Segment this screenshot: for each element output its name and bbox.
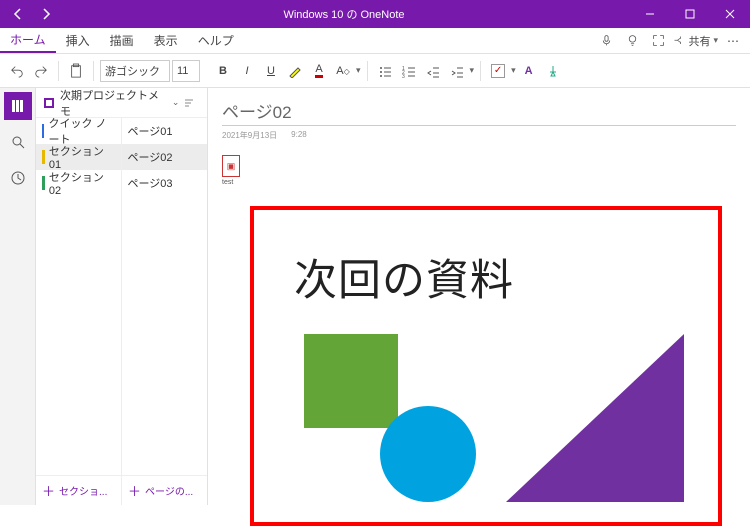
menu-bar: ホーム 挿入 描画 表示 ヘルプ 共有 ▾ ⋯ bbox=[0, 28, 750, 54]
bold-button[interactable]: B bbox=[212, 59, 234, 83]
page-label: ページ01 bbox=[128, 123, 173, 139]
chevron-down-icon[interactable]: ▾ bbox=[356, 65, 361, 76]
pin-icon[interactable] bbox=[542, 59, 564, 83]
back-button[interactable] bbox=[6, 2, 30, 26]
section-label: セクション01 bbox=[49, 143, 115, 171]
square-shape bbox=[304, 334, 398, 428]
chevron-down-icon: ▾ bbox=[713, 35, 718, 46]
section-item[interactable]: セクション01 bbox=[36, 144, 121, 170]
sort-icon[interactable] bbox=[183, 97, 201, 109]
redo-button[interactable] bbox=[30, 59, 52, 83]
numbering-button[interactable]: 123 bbox=[398, 59, 420, 83]
svg-text:3: 3 bbox=[402, 74, 405, 78]
notebook-title: 次期プロジェクトメモ bbox=[60, 87, 168, 119]
main-area: 次期プロジェクトメモ ⌄ クイック ノート セクション01 セクション02 bbox=[0, 88, 750, 505]
pages-column: ページ01 ページ02 ページ03 bbox=[122, 118, 208, 475]
tab-view[interactable]: 表示 bbox=[144, 28, 188, 53]
tab-draw[interactable]: 描画 bbox=[100, 28, 144, 53]
forward-button[interactable] bbox=[34, 2, 58, 26]
history-icon[interactable] bbox=[4, 164, 32, 192]
tab-home[interactable]: ホーム bbox=[0, 28, 56, 53]
clear-format-button[interactable]: A◇ bbox=[332, 59, 354, 83]
section-color-bar bbox=[42, 150, 45, 164]
ribbon: 游ゴシック 11 B I U A A◇ ▾ 123 ▾ ✓ ▾ A bbox=[0, 54, 750, 88]
underline-button[interactable]: U bbox=[260, 59, 282, 83]
title-bar: Windows 10 の OneNote bbox=[0, 0, 750, 28]
add-page-label: ページの... bbox=[145, 483, 193, 498]
section-label: セクション02 bbox=[49, 169, 115, 197]
bullets-button[interactable] bbox=[374, 59, 396, 83]
left-rail bbox=[0, 88, 36, 505]
sections-column: クイック ノート セクション01 セクション02 bbox=[36, 118, 122, 475]
page-label: ページ02 bbox=[128, 149, 173, 165]
page-item[interactable]: ページ01 bbox=[122, 118, 208, 144]
mic-icon[interactable] bbox=[595, 30, 617, 52]
font-color-button[interactable]: A bbox=[308, 59, 330, 83]
italic-button[interactable]: I bbox=[236, 59, 258, 83]
title-underline bbox=[222, 125, 736, 126]
close-button[interactable] bbox=[710, 0, 750, 28]
indent-button[interactable] bbox=[446, 59, 468, 83]
styles-button[interactable]: A bbox=[518, 59, 540, 83]
notebook-icon bbox=[42, 96, 56, 110]
pdf-file-icon: ▣ bbox=[222, 155, 240, 177]
section-color-bar bbox=[42, 124, 44, 138]
page-time: 9:28 bbox=[291, 130, 307, 141]
page-label: ページ03 bbox=[128, 175, 173, 191]
undo-button[interactable] bbox=[6, 59, 28, 83]
window-title: Windows 10 の OneNote bbox=[58, 6, 630, 22]
page-item[interactable]: ページ02 bbox=[122, 144, 208, 170]
share-label: 共有 bbox=[688, 33, 710, 49]
font-size-select[interactable]: 11 bbox=[172, 60, 200, 82]
minimize-button[interactable] bbox=[630, 0, 670, 28]
attachment[interactable]: ▣ test bbox=[222, 155, 240, 186]
highlight-button[interactable] bbox=[284, 59, 306, 83]
section-item[interactable]: セクション02 bbox=[36, 170, 121, 196]
clipboard-button[interactable] bbox=[65, 59, 87, 83]
circle-shape bbox=[380, 406, 476, 502]
section-page-pane: 次期プロジェクトメモ ⌄ クイック ノート セクション01 セクション02 bbox=[36, 88, 208, 505]
share-button[interactable]: 共有 ▾ bbox=[673, 30, 718, 52]
search-icon[interactable] bbox=[4, 128, 32, 156]
notebooks-icon[interactable] bbox=[4, 92, 32, 120]
more-icon[interactable]: ⋯ bbox=[722, 30, 744, 52]
fullscreen-icon[interactable] bbox=[647, 30, 669, 52]
tab-help[interactable]: ヘルプ bbox=[188, 28, 244, 53]
lightbulb-icon[interactable] bbox=[621, 30, 643, 52]
chevron-down-icon: ⌄ bbox=[172, 97, 180, 108]
add-page-button[interactable]: ＋ページの... bbox=[121, 476, 207, 505]
embedded-slide[interactable]: 次回の資料 bbox=[250, 206, 722, 526]
outdent-button[interactable] bbox=[422, 59, 444, 83]
page-item[interactable]: ページ03 bbox=[122, 170, 208, 196]
triangle-shape bbox=[506, 334, 684, 502]
section-color-bar bbox=[42, 176, 45, 190]
page-date: 2021年9月13日 bbox=[222, 130, 277, 141]
page-meta: 2021年9月13日 9:28 bbox=[222, 130, 736, 141]
slide-title: 次回の資料 bbox=[294, 246, 514, 308]
section-item[interactable]: クイック ノート bbox=[36, 118, 121, 144]
page-canvas[interactable]: ページ02 2021年9月13日 9:28 ▣ test 次回の資料 bbox=[208, 88, 750, 505]
add-section-label: セクショ... bbox=[59, 483, 107, 498]
font-name-select[interactable]: 游ゴシック bbox=[100, 60, 170, 82]
add-section-button[interactable]: ＋セクショ... bbox=[36, 476, 121, 505]
chevron-down-icon[interactable]: ▾ bbox=[511, 65, 516, 76]
page-title[interactable]: ページ02 bbox=[222, 98, 736, 123]
tab-insert[interactable]: 挿入 bbox=[56, 28, 100, 53]
maximize-button[interactable] bbox=[670, 0, 710, 28]
todo-checkbox-button[interactable]: ✓ bbox=[487, 59, 509, 83]
chevron-down-icon[interactable]: ▾ bbox=[470, 65, 475, 76]
attachment-label: test bbox=[222, 179, 233, 186]
notebook-header[interactable]: 次期プロジェクトメモ ⌄ bbox=[36, 88, 207, 118]
